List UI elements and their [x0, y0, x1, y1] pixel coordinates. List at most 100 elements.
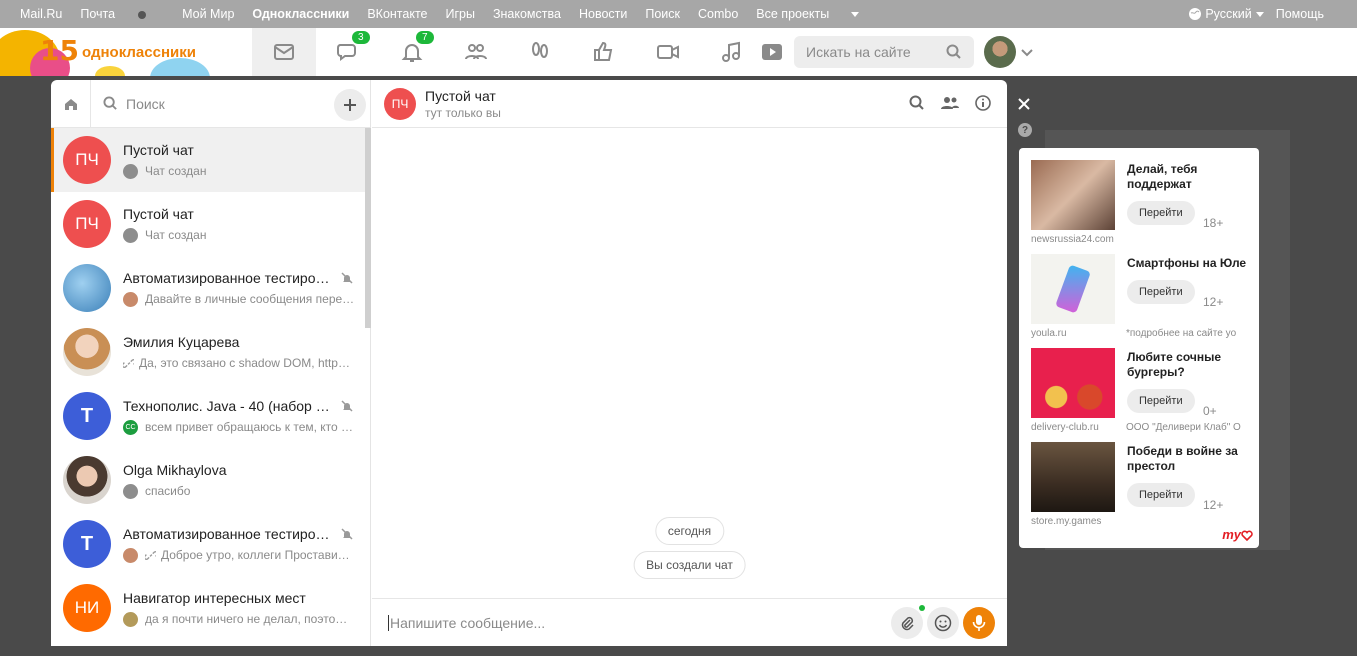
chat-item[interactable]: ПЧ Пустой чат Чат создан: [51, 128, 365, 192]
chat-list-panel: Поиск ПЧ Пустой чат Чат создан ПЧ Пустой…: [51, 80, 371, 646]
home-button[interactable]: [51, 80, 91, 128]
portal-link-vk[interactable]: ВКонтакте: [367, 7, 427, 21]
date-separator: сегодня: [654, 517, 725, 545]
chat-item[interactable]: T Автоматизированное тестиро… Доброе утр…: [51, 512, 365, 576]
ad-go-button[interactable]: Перейти: [1127, 201, 1195, 225]
message-composer[interactable]: Напишите сообщение...: [372, 598, 1007, 646]
search-icon[interactable]: [909, 95, 925, 111]
conversation-avatar[interactable]: ПЧ: [384, 87, 416, 120]
search-icon: [946, 44, 961, 59]
chat-item[interactable]: Olga Mikhaylova спасибо: [51, 448, 365, 512]
portal-link-mailru[interactable]: Mail.Ru: [20, 7, 62, 21]
nav-notifications[interactable]: 7: [380, 28, 444, 76]
emoji-button[interactable]: [927, 607, 959, 639]
ad-age-rating: 0+: [1203, 404, 1217, 418]
ad-title: Делай, тебя поддержат: [1127, 162, 1198, 191]
chat-last-message: Да, это связано с shadow DOM, https…: [139, 356, 355, 370]
ad-item[interactable]: Любите сочные бургеры? Перейти 0+ delive…: [1031, 348, 1251, 442]
close-icon[interactable]: [1016, 96, 1032, 112]
thumbs-up-icon: [594, 41, 613, 61]
chat-avatar: [63, 264, 111, 312]
chat-list-scrollbar[interactable]: [365, 128, 371, 328]
chat-item[interactable]: T Технополис. Java - 40 (набор … CC всем …: [51, 384, 365, 448]
muted-bell-icon: [341, 272, 353, 284]
nav-guests[interactable]: [508, 28, 572, 76]
new-chat-button[interactable]: [334, 89, 366, 121]
nav-video[interactable]: [636, 28, 700, 76]
chat-name: Эмилия Куцарева: [123, 334, 240, 350]
video-camera-icon: [657, 45, 679, 59]
system-message: Вы создали чат: [633, 551, 746, 579]
portal-link-mail[interactable]: Почта: [80, 7, 164, 21]
ad-image: [1031, 348, 1115, 418]
attach-button[interactable]: [891, 607, 923, 639]
chat-avatar: ПЧ: [63, 136, 111, 184]
chat-last-message: Чат создан: [145, 164, 207, 178]
participants-icon[interactable]: [941, 95, 959, 111]
chat-item[interactable]: НИ Навигатор интересных мест да я почти …: [51, 576, 365, 640]
mytarget-logo[interactable]: my: [1222, 527, 1253, 542]
ok-logo[interactable]: 15 одноклассники: [0, 28, 252, 76]
conversation-panel: ПЧ Пустой чат тут только вы сегодня Вы с…: [372, 80, 1007, 646]
chat-name: Olga Mikhaylova: [123, 461, 227, 478]
conversation-subtitle: тут только вы: [425, 105, 501, 120]
ad-image: [1031, 254, 1115, 324]
paperclip-icon: [901, 616, 914, 631]
ad-disclaimer: ООО "Деливери Клаб" О: [1126, 422, 1241, 433]
portal-link-news[interactable]: Новости: [579, 7, 627, 21]
ad-item[interactable]: Победи в войне за престол Перейти 12+ st…: [1031, 442, 1251, 536]
search-icon: [103, 96, 117, 110]
discussions-badge: 3: [352, 31, 370, 44]
nav-messages[interactable]: [252, 28, 316, 76]
portal-link-dating[interactable]: Знакомства: [493, 7, 561, 21]
help-link[interactable]: Помощь: [1276, 7, 1324, 21]
chat-item[interactable]: Автоматизированное тестиро… Давайте в ли…: [51, 256, 365, 320]
ad-item[interactable]: Делай, тебя поддержат Перейти 18+ newsru…: [1031, 160, 1251, 254]
portal-link-ok[interactable]: Одноклассники: [252, 7, 349, 21]
chat-item[interactable]: ПЧ Пустой чат Чат создан: [51, 192, 365, 256]
message-input[interactable]: Напишите сообщение...: [388, 614, 545, 631]
notifications-badge: 7: [416, 31, 434, 44]
site-search-input[interactable]: Искать на сайте: [794, 36, 974, 68]
info-icon[interactable]: [975, 95, 991, 111]
ad-go-button[interactable]: Перейти: [1127, 483, 1195, 507]
language-selector[interactable]: Русский: [1188, 7, 1264, 22]
voice-message-button[interactable]: [963, 607, 995, 639]
heart-icon: [1241, 530, 1253, 542]
chat-search-input[interactable]: Поиск: [91, 96, 370, 112]
ads-panel: Делай, тебя поддержат Перейти 18+ newsru…: [1019, 148, 1259, 548]
nav-events[interactable]: [572, 28, 636, 76]
smiley-icon: [934, 614, 952, 632]
chevron-down-icon[interactable]: [1020, 48, 1034, 58]
portal-link-games[interactable]: Игры: [445, 7, 474, 21]
chat-last-message: Доброе утро, коллеги Проставил…: [161, 548, 355, 562]
live-video-icon: [762, 44, 782, 60]
ad-disclaimer: *подробнее на сайте yo: [1126, 328, 1237, 339]
conversation-title[interactable]: Пустой чат: [425, 88, 501, 104]
chat-last-message: Чат создан: [145, 228, 207, 242]
help-icon[interactable]: ?: [1018, 123, 1032, 137]
chat-name: Навигатор интересных мест: [123, 589, 306, 606]
ad-age-rating: 12+: [1203, 498, 1224, 512]
ad-domain: newsrussia24.com: [1031, 234, 1114, 245]
portal-link-moimir[interactable]: Мой Мир: [182, 7, 234, 21]
ad-domain: store.my.games: [1031, 516, 1102, 527]
ad-go-button[interactable]: Перейти: [1127, 280, 1195, 304]
portal-link-search[interactable]: Поиск: [645, 7, 680, 21]
ad-item[interactable]: Смартфоны на Юле Перейти 12+ youla.ru *п…: [1031, 254, 1251, 348]
all-projects-dropdown[interactable]: Все проекты: [756, 7, 877, 21]
home-icon: [64, 98, 77, 110]
nav-discussions[interactable]: 3: [316, 28, 380, 76]
ad-age-rating: 12+: [1203, 295, 1224, 309]
microphone-icon: [972, 615, 986, 631]
portal-link-combo[interactable]: Combo: [698, 7, 738, 21]
chat-name: Пустой чат: [123, 141, 194, 158]
chat-last-message: да я почти ничего не делал, поэтом…: [145, 612, 355, 626]
nav-friends[interactable]: [444, 28, 508, 76]
profile-avatar[interactable]: [984, 36, 1016, 68]
chat-item[interactable]: Эмилия Куцарева Да, это связано с shadow…: [51, 320, 365, 384]
ad-go-button[interactable]: Перейти: [1127, 389, 1195, 413]
chat-name: Автоматизированное тестиро…: [123, 269, 330, 286]
sender-avatar: CC: [123, 419, 138, 435]
ad-title: Победи в войне за престол: [1127, 444, 1238, 473]
